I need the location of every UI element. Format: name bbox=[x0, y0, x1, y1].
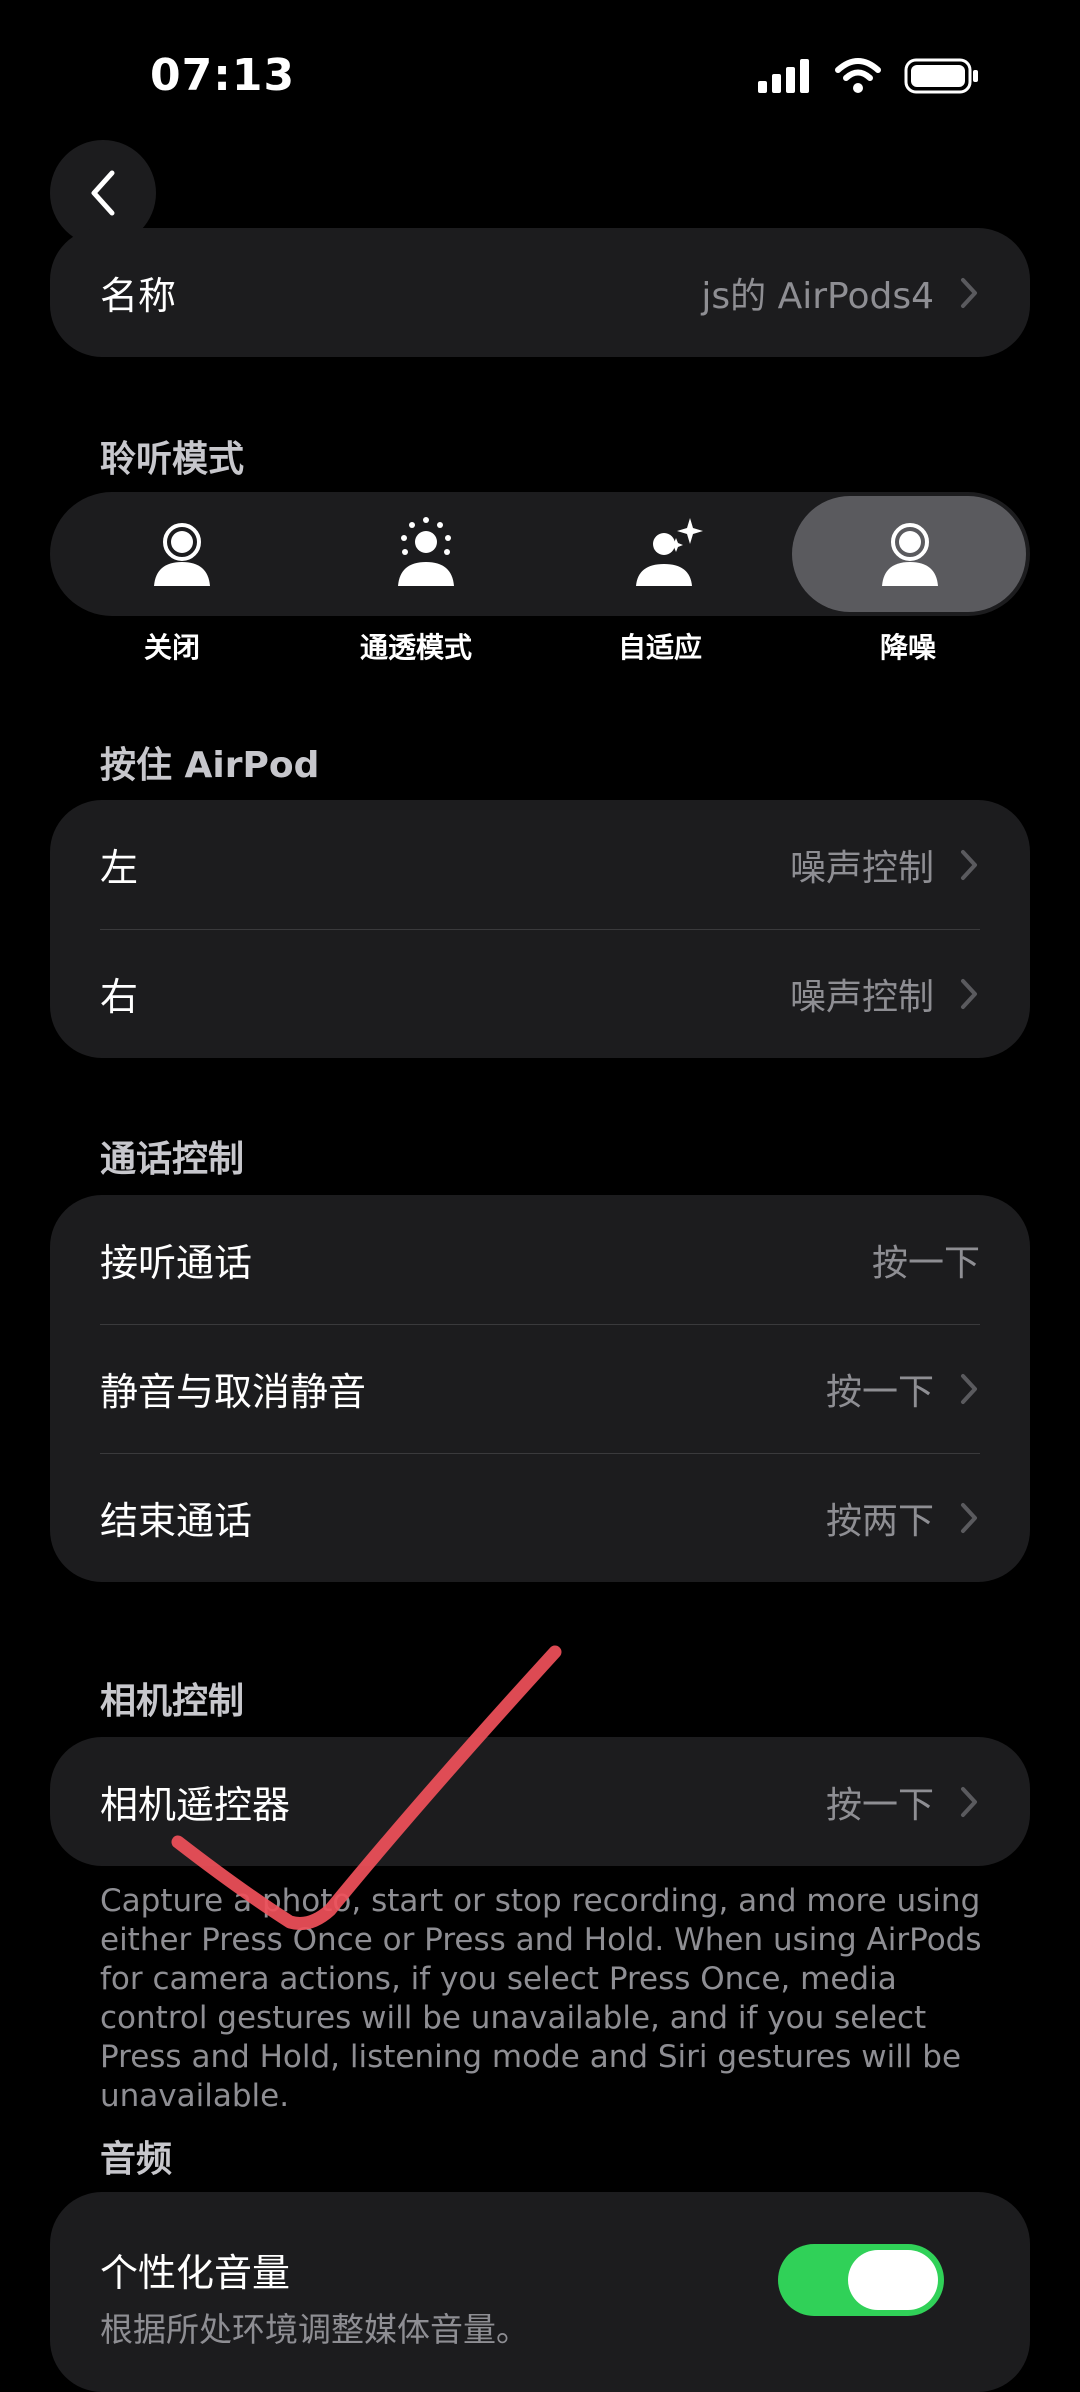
person-transparency-icon[interactable] bbox=[388, 516, 464, 592]
row-label: 结束通话 bbox=[100, 1499, 253, 1543]
row-value: 噪声控制 bbox=[789, 847, 934, 889]
chevron-right-icon bbox=[960, 1502, 980, 1534]
chevron-right-icon bbox=[960, 1373, 980, 1405]
listening-mode-selector bbox=[50, 492, 1030, 616]
listening-section-title: 聆听模式 bbox=[100, 439, 245, 480]
name-value: js的 AirPods4 bbox=[701, 275, 934, 317]
row-label: 右 bbox=[100, 975, 139, 1019]
call-controls-section-title: 通话控制 bbox=[100, 1139, 245, 1180]
chevron-right-icon bbox=[960, 849, 980, 881]
name-row[interactable]: 名称 js的 AirPods4 bbox=[50, 228, 1030, 357]
row-label: 静音与取消静音 bbox=[100, 1370, 367, 1414]
call-row-answer[interactable]: 接听通话 按一下 bbox=[50, 1195, 1030, 1324]
row-value: 按两下 bbox=[825, 1500, 934, 1542]
chevron-left-icon bbox=[91, 170, 115, 216]
status-bar: 07:13 bbox=[0, 0, 1080, 150]
person-off-icon[interactable] bbox=[144, 516, 220, 592]
mode-label-noise-cancel[interactable]: 降噪 bbox=[808, 626, 1008, 666]
person-adaptive-icon[interactable] bbox=[632, 516, 708, 592]
row-value: 按一下 bbox=[825, 1784, 934, 1826]
personalized-volume-toggle[interactable] bbox=[778, 2244, 944, 2316]
mode-label-off[interactable]: 关闭 bbox=[72, 626, 272, 666]
personalized-volume-text: 个性化音量 根据所处环境调整媒体音量。 bbox=[100, 2242, 529, 2351]
audio-card: 个性化音量 根据所处环境调整媒体音量。 bbox=[50, 2192, 1030, 2392]
row-label: 左 bbox=[100, 846, 139, 890]
row-label: 接听通话 bbox=[100, 1241, 253, 1285]
chevron-right-icon bbox=[960, 277, 980, 309]
status-icons bbox=[758, 58, 980, 94]
press-hold-section-title: 按住 AirPod bbox=[100, 745, 320, 786]
personalized-volume-label: 个性化音量 bbox=[100, 2251, 291, 2295]
press-hold-card: 左 噪声控制 右 噪声控制 bbox=[50, 800, 1030, 1058]
cellular-signal-icon bbox=[758, 59, 809, 93]
toggle-knob bbox=[848, 2250, 938, 2310]
name-label: 名称 bbox=[100, 274, 177, 318]
camera-controls-footnote: Capture a photo, start or stop recording… bbox=[100, 1883, 982, 2114]
name-card: 名称 js的 AirPods4 bbox=[50, 228, 1030, 357]
mode-label-transparency[interactable]: 通透模式 bbox=[316, 626, 516, 666]
camera-remote-row[interactable]: 相机遥控器 按一下 bbox=[50, 1737, 1030, 1866]
battery-icon bbox=[904, 58, 978, 94]
camera-controls-card: 相机遥控器 按一下 bbox=[50, 1737, 1030, 1866]
mode-label-adaptive[interactable]: 自适应 bbox=[560, 626, 760, 666]
person-noise-cancel-icon[interactable] bbox=[872, 516, 948, 592]
row-value: 按一下 bbox=[825, 1371, 934, 1413]
row-value: 按一下 bbox=[871, 1242, 980, 1284]
call-row-end[interactable]: 结束通话 按两下 bbox=[50, 1453, 1030, 1582]
row-value: 噪声控制 bbox=[789, 976, 934, 1018]
call-row-mute[interactable]: 静音与取消静音 按一下 bbox=[50, 1324, 1030, 1453]
chevron-right-icon bbox=[960, 978, 980, 1010]
row-label: 相机遥控器 bbox=[100, 1783, 291, 1827]
status-time: 07:13 bbox=[150, 50, 296, 101]
chevron-right-icon bbox=[960, 1786, 980, 1818]
press-hold-row-left[interactable]: 左 噪声控制 bbox=[50, 800, 1030, 929]
personalized-volume-sublabel: 根据所处环境调整媒体音量。 bbox=[100, 2310, 529, 2349]
camera-controls-section-title: 相机控制 bbox=[100, 1681, 245, 1722]
press-hold-row-right[interactable]: 右 噪声控制 bbox=[50, 929, 1030, 1058]
audio-section-title: 音频 bbox=[100, 2139, 173, 2180]
wifi-icon bbox=[835, 58, 881, 93]
call-controls-card: 接听通话 按一下 静音与取消静音 按一下 结束通话 按两下 bbox=[50, 1195, 1030, 1582]
